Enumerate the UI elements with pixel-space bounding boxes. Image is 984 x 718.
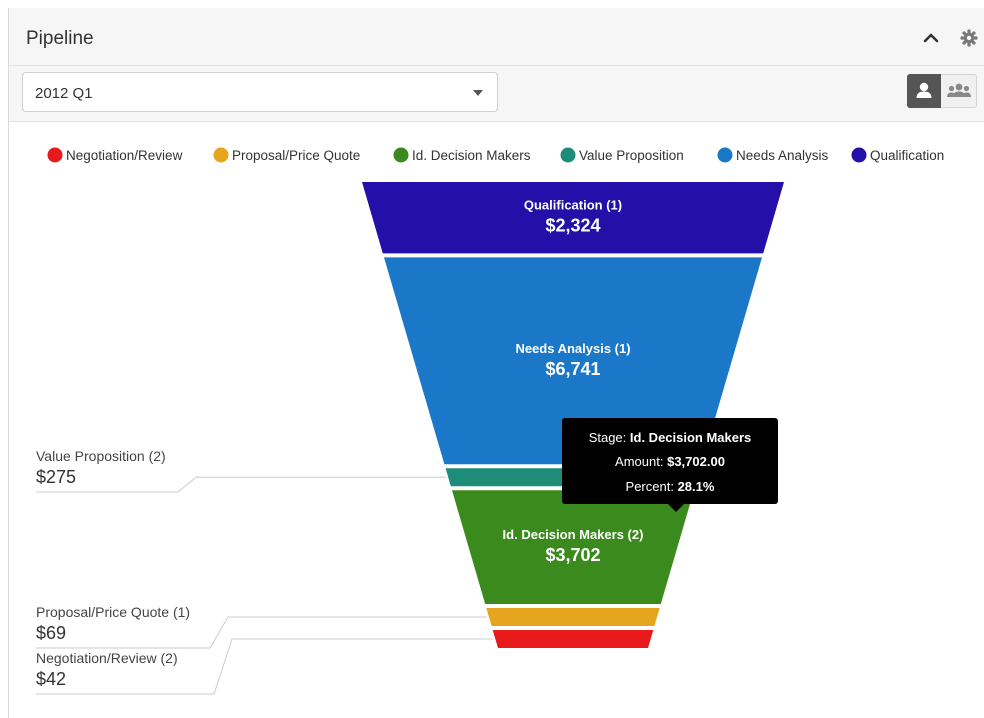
tooltip-percent-value: 28.1% — [677, 479, 715, 494]
outside-value-negotiation-review: $42 — [36, 669, 66, 689]
tooltip-percent-label: Percent: — [625, 479, 674, 494]
legend-label-proposal-price-quote: Proposal/Price Quote — [232, 148, 360, 163]
legend-label-negotiation-review: Negotiation/Review — [66, 148, 183, 163]
tooltip-amount-value: $3,702.00 — [667, 454, 725, 469]
outside-label-proposal-price-quote: Proposal/Price Quote (1) — [36, 604, 190, 620]
leader-line-value-proposition — [36, 476, 447, 493]
legend-marker-id-decision-makers — [393, 147, 409, 163]
funnel-segment-proposal-price-quote — [486, 608, 660, 626]
legend-marker-needs-analysis — [717, 147, 733, 163]
legend-marker-negotiation-review — [47, 147, 63, 163]
leader-line-proposal-price-quote — [36, 616, 487, 649]
outside-label-negotiation-review: Negotiation/Review (2) — [36, 650, 178, 666]
segment-value-qualification: $2,324 — [545, 216, 600, 236]
outside-value-proposal-price-quote: $69 — [36, 623, 66, 643]
tooltip-stage-label: Stage: — [588, 430, 627, 445]
leader-line-negotiation-review — [36, 638, 494, 695]
segment-label-qualification: Qualification (1) — [524, 198, 622, 213]
legend-label-id-decision-makers: Id. Decision Makers — [412, 148, 531, 163]
funnel-segment-negotiation-review — [492, 630, 654, 648]
tooltip-stage-value: Id. Decision Makers — [629, 430, 752, 445]
legend-label-needs-analysis: Needs Analysis — [736, 148, 829, 163]
pipeline-funnel-chart: Negotiation/Review Proposal/Price Quote Id… — [36, 147, 944, 695]
segment-label-needs-analysis: Needs Analysis (1) — [515, 341, 630, 356]
segment-label-id-decision-makers: Id. Decision Makers (2) — [503, 527, 644, 542]
outside-value-value-proposition: $275 — [36, 467, 76, 487]
outside-label-value-proposition: Value Proposition (2) — [36, 448, 166, 464]
legend-marker-value-proposition — [560, 147, 576, 163]
tooltip-amount-label: Amount: — [615, 454, 664, 469]
legend-label-value-proposition: Value Proposition — [579, 148, 684, 163]
legend-label-qualification: Qualification — [870, 148, 944, 163]
segment-value-id-decision-makers: $3,702 — [545, 545, 600, 565]
legend-marker-proposal-price-quote — [213, 147, 229, 163]
segment-value-needs-analysis: $6,741 — [545, 359, 600, 379]
legend-marker-qualification — [851, 147, 867, 163]
tooltip-pointer — [667, 503, 685, 512]
chart-tooltip: Stage: Id. Decision Makers Amount: $3,70… — [562, 418, 778, 504]
